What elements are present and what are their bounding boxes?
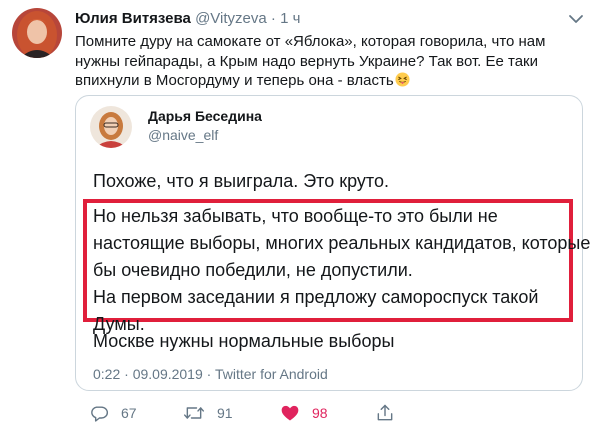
quoted-text-line: Москве нужны нормальные выборы bbox=[93, 331, 395, 351]
retweet-count: 91 bbox=[217, 405, 233, 421]
quoted-tweet[interactable]: Дарья Беседина @naive_elf Похоже, что я … bbox=[75, 95, 590, 391]
quoted-text-line: настоящие выборы, многих реальных кандид… bbox=[93, 233, 591, 253]
quoted-author-name[interactable]: Дарья Беседина bbox=[148, 108, 262, 125]
tweet[interactable]: Юлия Витязева @Vityzeva · 1 ч Помните ду… bbox=[0, 0, 598, 432]
header-separator: · bbox=[270, 10, 276, 27]
reply-button[interactable]: 67 bbox=[89, 402, 137, 424]
heart-icon bbox=[281, 405, 299, 421]
tweet-timestamp[interactable]: 1 ч bbox=[280, 10, 300, 27]
tweet-actions: 67 91 98 bbox=[75, 402, 583, 424]
quoted-text-line: Похоже, что я выиграла. Это круто. bbox=[93, 171, 389, 191]
reply-count: 67 bbox=[121, 405, 137, 421]
retweet-icon bbox=[183, 407, 205, 419]
author-avatar[interactable] bbox=[12, 8, 62, 58]
quoted-text-line: бы очевидно победили, не допустили. bbox=[93, 260, 413, 280]
face-with-tongue-emoji-icon bbox=[395, 72, 410, 87]
like-count: 98 bbox=[312, 405, 328, 421]
like-button[interactable]: 98 bbox=[280, 402, 328, 424]
retweet-button[interactable]: 91 bbox=[183, 402, 233, 424]
tweet-text: Помните дуру на самокате от «Яблока», ко… bbox=[75, 32, 583, 91]
quoted-tweet-meta[interactable]: 0:22 · 09.09.2019 · Twitter for Android bbox=[93, 366, 328, 383]
quoted-author-avatar[interactable] bbox=[90, 106, 132, 148]
reply-icon bbox=[91, 406, 109, 422]
quoted-text-line: На первом заседании я предложу самороспу… bbox=[93, 287, 539, 307]
tweet-text-content: Помните дуру на самокате от «Яблока», ко… bbox=[75, 33, 546, 89]
share-icon bbox=[377, 404, 393, 421]
quoted-author-handle[interactable]: @naive_elf bbox=[148, 127, 218, 144]
chevron-down-icon[interactable] bbox=[568, 12, 584, 24]
author-handle[interactable]: @Vityzeva bbox=[195, 10, 267, 27]
share-button[interactable] bbox=[375, 402, 395, 424]
tweet-header: Юлия Витязева @Vityzeva · 1 ч bbox=[75, 9, 300, 29]
author-name[interactable]: Юлия Витязева bbox=[75, 10, 191, 27]
quoted-text-line: Но нельзя забывать, что вообще-то это бы… bbox=[93, 206, 498, 226]
